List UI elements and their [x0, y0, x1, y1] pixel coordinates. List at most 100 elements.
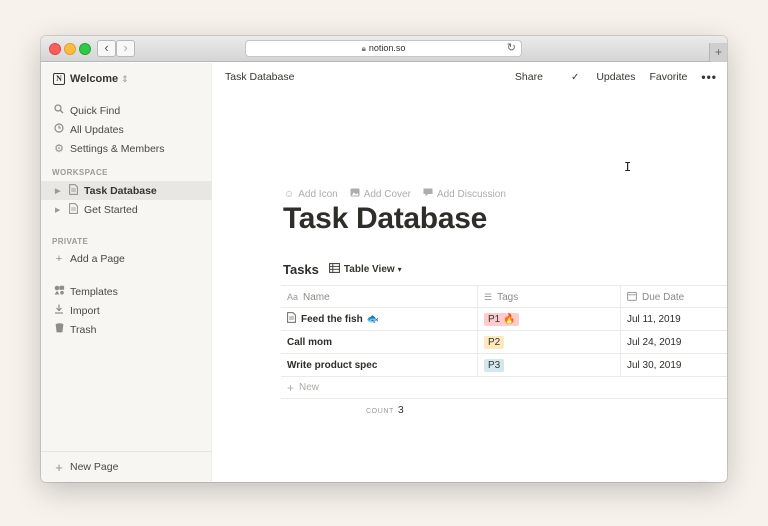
due-date: Jul 30, 2019	[627, 359, 682, 371]
count-label: COUNT	[366, 408, 394, 415]
expand-triangle-icon[interactable]: ▶	[55, 206, 63, 214]
sidebar-item-settings[interactable]: ⚙ Settings & Members	[41, 139, 212, 158]
table-row[interactable]: Call mom P2 Jul 24, 2019	[281, 331, 727, 354]
browser-titlebar: ‹ › 🔒︎ notion.so ↻ +	[41, 36, 727, 62]
add-cover-button[interactable]: Add Cover	[350, 188, 411, 200]
calendar-icon	[627, 291, 637, 303]
tags-cell[interactable]: P3	[478, 354, 621, 376]
name-cell[interactable]: Write product spec	[281, 354, 478, 376]
plus-icon: +	[287, 380, 295, 395]
image-icon	[350, 188, 360, 200]
database-header: Tasks Table View ▾	[283, 262, 402, 277]
add-discussion-label: Add Discussion	[436, 188, 506, 200]
favorite-button[interactable]: Favorite	[649, 71, 687, 83]
chevron-down-icon[interactable]: ▾	[398, 265, 402, 274]
gear-icon: ⚙	[54, 143, 64, 155]
templates-icon	[53, 285, 65, 298]
search-icon	[53, 104, 65, 117]
fish-icon: 🐟	[366, 313, 380, 325]
new-tab-button[interactable]: +	[709, 43, 727, 62]
sidebar-item-get-started[interactable]: ▶ Get Started	[41, 200, 212, 219]
close-window-button[interactable]	[49, 43, 61, 55]
browser-window: ‹ › 🔒︎ notion.so ↻ + N Welcome ⇕ Quick Fi…	[41, 36, 727, 482]
new-page-label: New Page	[70, 461, 119, 473]
plus-icon: +	[55, 252, 63, 265]
sidebar-item-all-updates[interactable]: All Updates	[41, 120, 212, 139]
sidebar-item-label: Get Started	[84, 203, 138, 216]
top-actions: Share ✓ Updates Favorite •••	[501, 71, 717, 83]
share-button[interactable]: Share	[515, 71, 543, 83]
table-row[interactable]: Write product spec P3 Jul 30, 2019	[281, 354, 727, 377]
sidebar-item-quick-find[interactable]: Quick Find	[41, 101, 212, 120]
back-button[interactable]: ‹	[97, 40, 116, 57]
table-row[interactable]: Feed the fish 🐟 P1 🔥 Jul 11, 2019	[281, 308, 727, 331]
more-options-icon[interactable]: •••	[701, 71, 717, 83]
chevron-updown-icon: ⇕	[121, 73, 129, 84]
due-date-cell[interactable]: Jul 24, 2019	[621, 331, 727, 353]
sidebar-item-import[interactable]: Import	[41, 301, 212, 320]
new-page-button[interactable]: + New Page	[41, 451, 212, 482]
add-page-button[interactable]: + Add a Page	[41, 249, 212, 268]
plus-icon: +	[55, 459, 63, 475]
column-header-name[interactable]: Aa Name	[281, 286, 478, 308]
page-header-actions: ☺ Add Icon Add Cover Add Discussion	[284, 188, 518, 200]
reload-icon[interactable]: ↻	[507, 41, 516, 56]
add-row-button[interactable]: + New	[281, 377, 727, 399]
address-bar[interactable]: 🔒︎ notion.so ↻	[245, 40, 522, 57]
column-label: Tags	[497, 291, 519, 303]
sidebar-item-task-database[interactable]: ▶ Task Database	[41, 181, 212, 200]
task-name: Write product spec	[287, 359, 378, 371]
column-header-due-date[interactable]: Due Date	[621, 286, 727, 308]
sidebar-item-label: All Updates	[70, 123, 124, 136]
lock-icon: 🔒︎	[361, 44, 366, 53]
zoom-window-button[interactable]	[79, 43, 91, 55]
column-label: Due Date	[642, 291, 685, 303]
column-header-tags[interactable]: ☰ Tags	[478, 286, 621, 308]
notion-logo-icon: N	[53, 73, 65, 85]
count-value: 3	[397, 404, 404, 416]
clock-icon	[53, 123, 65, 136]
sidebar-item-trash[interactable]: Trash	[41, 320, 212, 339]
sidebar-item-label: Task Database	[84, 184, 157, 197]
updates-button[interactable]: ✓ Updates	[557, 71, 636, 83]
view-switcher[interactable]: Table View	[344, 264, 395, 275]
page-title[interactable]: Task Database	[283, 202, 487, 236]
check-icon: ✓	[570, 72, 580, 83]
row-count: COUNT 3	[366, 404, 404, 416]
private-section-heading: PRIVATE	[52, 237, 89, 246]
table-icon	[329, 263, 340, 276]
expand-triangle-icon[interactable]: ▶	[55, 187, 63, 195]
minimize-window-button[interactable]	[64, 43, 76, 55]
import-icon	[53, 304, 65, 317]
tags-cell[interactable]: P1 🔥	[478, 308, 621, 330]
text-cursor-icon: I	[624, 160, 632, 174]
workspace-switcher[interactable]: N Welcome ⇕	[53, 71, 129, 87]
url-text: notion.so	[368, 43, 406, 53]
sidebar-item-label: Trash	[70, 323, 97, 336]
forward-button[interactable]: ›	[116, 40, 135, 57]
name-cell[interactable]: Feed the fish 🐟	[281, 308, 478, 330]
add-icon-button[interactable]: ☺ Add Icon	[284, 188, 338, 200]
add-cover-label: Add Cover	[363, 188, 411, 200]
trash-icon	[53, 323, 65, 336]
due-date: Jul 11, 2019	[627, 313, 681, 325]
top-bar: Task Database Share ✓ Updates Favorite ••…	[213, 63, 727, 91]
sidebar-item-templates[interactable]: Templates	[41, 282, 212, 301]
add-discussion-button[interactable]: Add Discussion	[423, 188, 506, 200]
due-date: Jul 24, 2019	[627, 336, 682, 348]
tag-badge: P1 🔥	[484, 312, 520, 326]
text-property-icon: Aa	[287, 292, 299, 302]
sidebar: N Welcome ⇕ Quick Find All Updates ⚙ Set…	[41, 63, 212, 482]
name-cell[interactable]: Call mom	[281, 331, 478, 353]
tags-cell[interactable]: P2	[478, 331, 621, 353]
task-name: Call mom	[287, 336, 333, 348]
due-date-cell[interactable]: Jul 11, 2019	[621, 308, 727, 330]
page-icon	[287, 312, 296, 326]
sidebar-item-label: Settings & Members	[70, 142, 165, 155]
database-title[interactable]: Tasks	[283, 262, 319, 277]
breadcrumb[interactable]: Task Database	[225, 71, 294, 83]
due-date-cell[interactable]: Jul 30, 2019	[621, 354, 727, 376]
sidebar-item-label: Import	[70, 304, 100, 317]
page-icon	[67, 183, 79, 198]
tag-badge: P2	[484, 335, 505, 349]
